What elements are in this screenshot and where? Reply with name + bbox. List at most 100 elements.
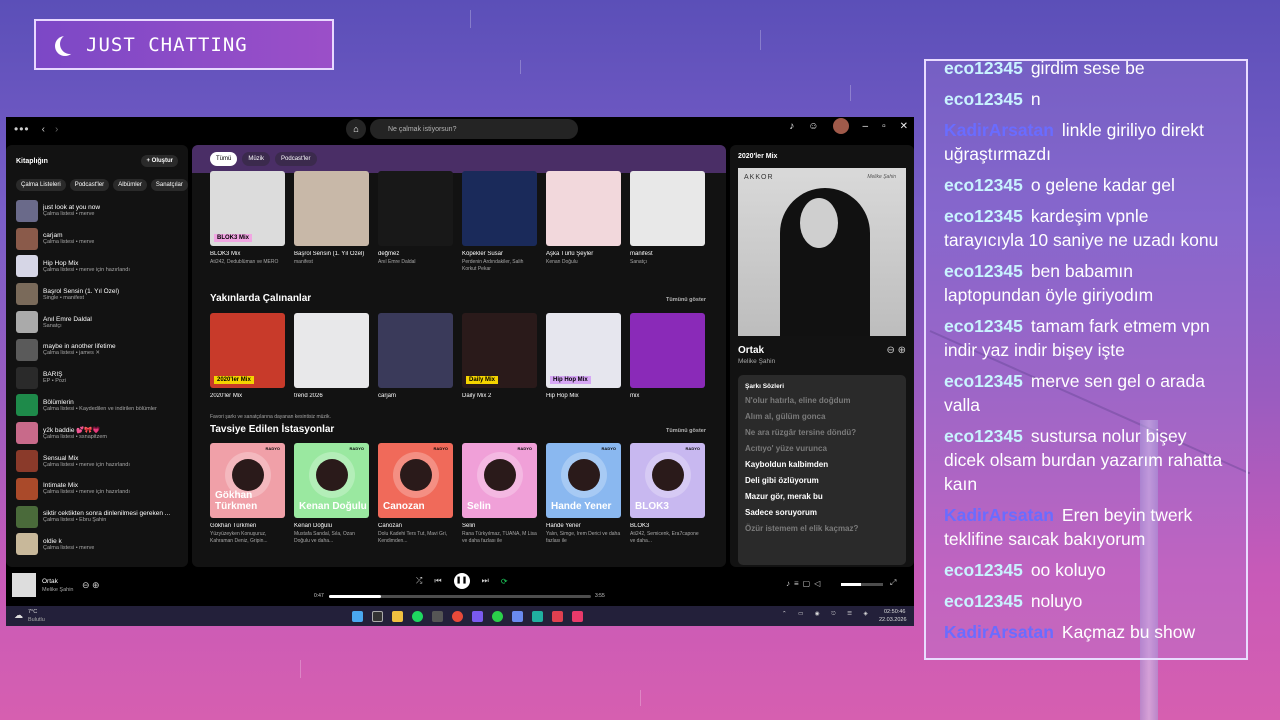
back-icon[interactable]: ‹ xyxy=(42,124,45,135)
minimize-button[interactable]: – xyxy=(863,121,869,134)
album-card[interactable]: RADYO BLOK3 BLOK3 Ati242, Semicenk, Era7cap… xyxy=(630,443,705,545)
library-item-cover xyxy=(16,505,38,528)
app-icon[interactable] xyxy=(572,611,583,622)
album-card[interactable]: trend 2026 xyxy=(294,313,369,399)
library-item-subtitle: Sanatçı xyxy=(43,322,62,329)
lyric-line: Deli gibi özlüyorum xyxy=(745,476,819,485)
app-icon[interactable] xyxy=(432,611,443,622)
tray-icons[interactable]: ⌃ ▭ ◉ ⎋ ☰ ◈ xyxy=(782,611,873,618)
feed-tab[interactable]: Müzik xyxy=(242,152,271,166)
library-item[interactable]: Başrol Sensin (1. Yıl Özel) Single • mani… xyxy=(16,280,178,308)
create-button[interactable]: + Oluştur xyxy=(141,155,178,167)
app-icon[interactable] xyxy=(552,611,563,622)
repeat-icon[interactable]: ⟳ xyxy=(501,577,508,586)
app-icon[interactable] xyxy=(512,611,523,622)
album-card[interactable]: BLOK3 Mix BLOK3 Mix Ati242, Dedublüman ve … xyxy=(210,171,285,273)
album-card[interactable]: RADYO Canozan Canozan Dolu Kadehi Ters Tut,… xyxy=(378,443,453,545)
lyric-line: Acıtıyo' yüze vurunca xyxy=(745,444,827,453)
moon-icon xyxy=(60,34,80,54)
os-taskbar: ☁ 7°C Bulutlu ⌃ ▭ ◉ ⎋ ☰ ◈ 02:50:46 22.03… xyxy=(6,606,914,626)
discord-icon[interactable] xyxy=(472,611,483,622)
album-card[interactable]: Daily Mix Daily Mix 2 xyxy=(462,313,537,399)
maximize-button[interactable]: ▫ xyxy=(882,121,886,134)
feed-tab[interactable]: Podcast'ler xyxy=(275,152,317,166)
album-card[interactable]: RADYO Selin Selin Rana Türkyılmaz, TUANA, M… xyxy=(462,443,537,545)
library-item[interactable]: siktir cektikten sonra dinlenilmesi gere… xyxy=(16,503,178,531)
chat-text: n xyxy=(1030,89,1041,109)
album-card[interactable]: manifest Sanatçı xyxy=(630,171,705,273)
album-card[interactable]: Başrol Sensin (1. Yıl Özel) manifest xyxy=(294,171,369,273)
chat-username: eco12345 xyxy=(944,426,1023,446)
library-item-cover xyxy=(16,477,38,500)
volume-slider[interactable] xyxy=(841,583,883,586)
album-card[interactable]: Hip Hop Mix Hip Hop Mix xyxy=(546,313,621,399)
library-item-subtitle: Çalma listesi • Kaydedilen ve indirilen … xyxy=(43,405,157,412)
bell-icon[interactable]: ♪ xyxy=(789,121,794,134)
library-filter-chip[interactable]: Albümler xyxy=(113,179,147,191)
library-item-title: Hip Hop Mix xyxy=(43,259,79,267)
card-title: Selin xyxy=(462,523,476,529)
show-all-stations[interactable]: Tümünü göster xyxy=(666,428,706,434)
add-icon[interactable]: ⊖ ⊕ xyxy=(82,580,100,591)
chrome-icon[interactable] xyxy=(452,611,463,622)
album-card[interactable]: carjam xyxy=(378,313,453,399)
album-card[interactable]: RADYO Kenan Doğulu Kenan Doğulu Mustafa San… xyxy=(294,443,369,545)
folder-icon[interactable] xyxy=(392,611,403,622)
chat-message: eco12345 kardeşim vpnle tarayıcıyla 10 sa… xyxy=(944,204,1232,252)
menu-icon[interactable]: ••• xyxy=(14,122,30,136)
show-all-recent[interactable]: Tümünü göster xyxy=(666,297,706,303)
library-item[interactable]: BARIŞ EP • Pozi xyxy=(16,364,178,392)
card-cover xyxy=(630,171,705,246)
avatar[interactable] xyxy=(832,118,849,134)
shuffle-icon[interactable]: ⤮ xyxy=(416,576,422,586)
forward-icon[interactable]: › xyxy=(55,124,58,135)
library-item-title: Intimate Mix xyxy=(43,482,79,490)
library-item[interactable]: Hip Hop Mix Çalma listesi • merve için ha… xyxy=(16,253,178,281)
search-input[interactable]: Ne çalmak istiyorsun? xyxy=(370,119,578,139)
progress-bar[interactable] xyxy=(329,595,591,598)
device-controls[interactable]: ♪≡▢◁ xyxy=(786,579,824,588)
friends-icon[interactable]: ☺ xyxy=(808,121,818,134)
next-icon[interactable]: ⏭ xyxy=(482,576,489,586)
card-title: değmez xyxy=(378,251,400,257)
album-card[interactable]: mix xyxy=(630,313,705,399)
chat-message: KadirArsatan Eren beyin twerk teklifine s… xyxy=(944,503,1232,551)
library-item[interactable]: Intimate Mix Çalma listesi • merve için h… xyxy=(16,475,178,503)
fullscreen-icon[interactable]: ⤢ xyxy=(890,578,896,588)
card-cover: BLOK3 Mix xyxy=(210,171,285,246)
album-card[interactable]: Köpekler Susar Perdenin Ardındakiler, Sal… xyxy=(462,171,537,273)
library-item[interactable]: carjam Çalma listesi • merve xyxy=(16,225,178,253)
library-item[interactable]: Sensual Mix Çalma listesi • merve için ha… xyxy=(16,447,178,475)
card-title: BLOK3 xyxy=(630,523,650,529)
library-item[interactable]: Bölümlerin Çalma listesi • Kaydedilen ve … xyxy=(16,392,178,420)
feed-tab[interactable]: Tümü xyxy=(210,152,238,166)
previous-icon[interactable]: ⏮ xyxy=(434,576,441,586)
app-icon[interactable] xyxy=(532,611,543,622)
add-icon[interactable]: ⊖ ⊕ xyxy=(886,345,906,365)
close-button[interactable]: ✕ xyxy=(900,121,908,134)
spotify-icon[interactable] xyxy=(412,611,423,622)
library-filter-chip[interactable]: Podcast'ler xyxy=(69,179,110,191)
library-item[interactable]: y2k baddie 💕🎀💗 Çalma listesi • ssnapitzem xyxy=(16,419,178,447)
library-item[interactable]: just look at you now Çalma listesi • merv… xyxy=(16,197,178,225)
library-filter-chip[interactable]: Sanatçılar xyxy=(150,179,188,191)
library-filter-chip[interactable]: Çalma Listeleri xyxy=(16,179,66,191)
search-icon[interactable] xyxy=(372,611,383,622)
home-button[interactable]: ⌂ xyxy=(346,119,366,139)
library-item[interactable]: maybe in another lifetime Çalma listesi •… xyxy=(16,336,178,364)
library-item-cover xyxy=(16,533,38,556)
album-card[interactable]: RADYO Hande Yener Hande Yener Yalın, Simge,… xyxy=(546,443,621,545)
album-card[interactable]: değmez Anıl Emre Daldal xyxy=(378,171,453,273)
library-item[interactable]: Anıl Emre Daldal Sanatçı xyxy=(16,308,178,336)
whatsapp-icon[interactable] xyxy=(492,611,503,622)
pause-button[interactable]: ❚❚ xyxy=(453,573,470,589)
start-icon[interactable] xyxy=(352,611,363,622)
album-card[interactable]: RADYO Gökhan Türkmen Gökhan Türkmen Yüzyüze… xyxy=(210,443,285,545)
album-card[interactable]: 2020'ler Mix 2020'ler Mix xyxy=(210,313,285,399)
station-name: Kenan Doğulu xyxy=(299,501,367,512)
card-subtitle: Mustafa Sandal, Sıla, Ozan Doğulu ve dah… xyxy=(294,531,355,544)
elapsed-time: 0:47 xyxy=(314,593,324,599)
clock-time: 02:50:46 xyxy=(884,609,906,615)
library-item[interactable]: oldie k Çalma listesi • merve xyxy=(16,531,178,559)
album-card[interactable]: Aşka Türlü Şeyler Kenan Doğulu xyxy=(546,171,621,273)
